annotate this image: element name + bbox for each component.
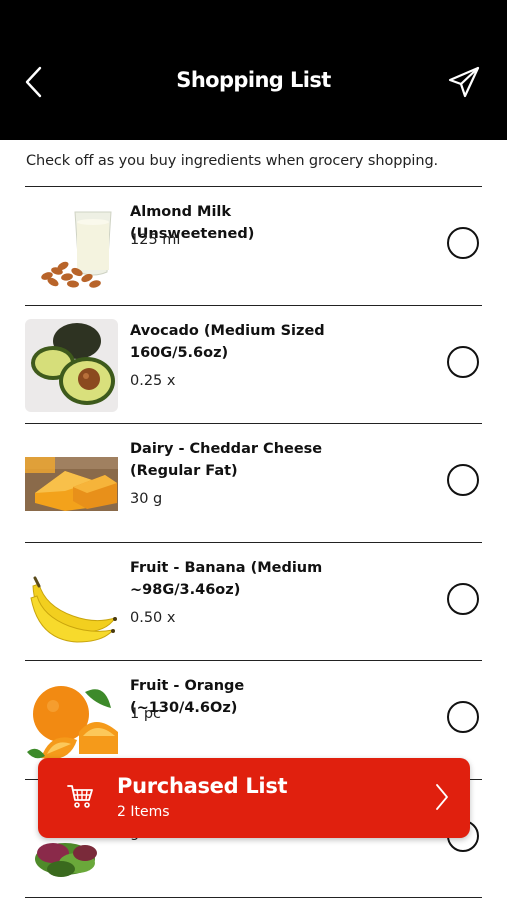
item-checkbox[interactable] <box>447 464 479 496</box>
item-name: Fruit - Orange (~130/4.6Oz) <box>130 678 245 716</box>
item-name: Dairy - Cheddar Cheese (Regular Fat) <box>130 441 323 479</box>
item-checkbox[interactable] <box>447 701 479 733</box>
share-button[interactable] <box>444 62 484 102</box>
item-quantity: 125 ml <box>130 232 181 248</box>
item-name: Fruit - Banana (Medium ~98G/3.46oz) <box>130 559 323 598</box>
item-quantity: 30 g <box>130 491 163 507</box>
item-checkbox[interactable] <box>447 582 479 615</box>
list-divider <box>25 897 482 898</box>
cheddar-cheese-image <box>25 437 118 530</box>
list-item: Fruit - Banana (Medium ~98G/3.46oz) 0.50… <box>25 541 482 661</box>
item-quantity: 0.25 x <box>130 372 176 389</box>
paper-plane-icon <box>448 66 480 98</box>
purchased-list-button[interactable]: Purchased List 2 Items <box>38 758 470 838</box>
almond-milk-image <box>25 200 118 293</box>
item-checkbox[interactable] <box>447 345 479 378</box>
page-title: Shopping List <box>176 68 331 92</box>
purchased-list-title: Purchased List <box>117 774 288 798</box>
item-quantity: 0.50 x <box>130 609 176 626</box>
item-checkbox[interactable] <box>447 227 479 259</box>
banana-image <box>25 555 118 649</box>
instructions-text: Check off as you buy ingredients when gr… <box>26 153 439 169</box>
list-item: Avocado (Medium Sized 160G/5.6oz) 0.25 x <box>25 304 482 424</box>
item-quantity: 1 pc <box>130 706 162 722</box>
list-item: Almond Milk (Unsweetened) 125 ml <box>25 186 482 305</box>
chevron-right-icon <box>436 784 448 810</box>
purchased-list-count: 2 Items <box>117 804 170 820</box>
item-name: Avocado (Medium Sized 160G/5.6oz) <box>130 322 325 361</box>
shopping-cart-icon <box>67 785 93 808</box>
avocado-image <box>25 318 118 412</box>
header-bar: Shopping List <box>0 0 507 140</box>
list-item: Dairy - Cheddar Cheese (Regular Fat) 30 … <box>25 423 482 542</box>
orange-image <box>25 674 118 767</box>
